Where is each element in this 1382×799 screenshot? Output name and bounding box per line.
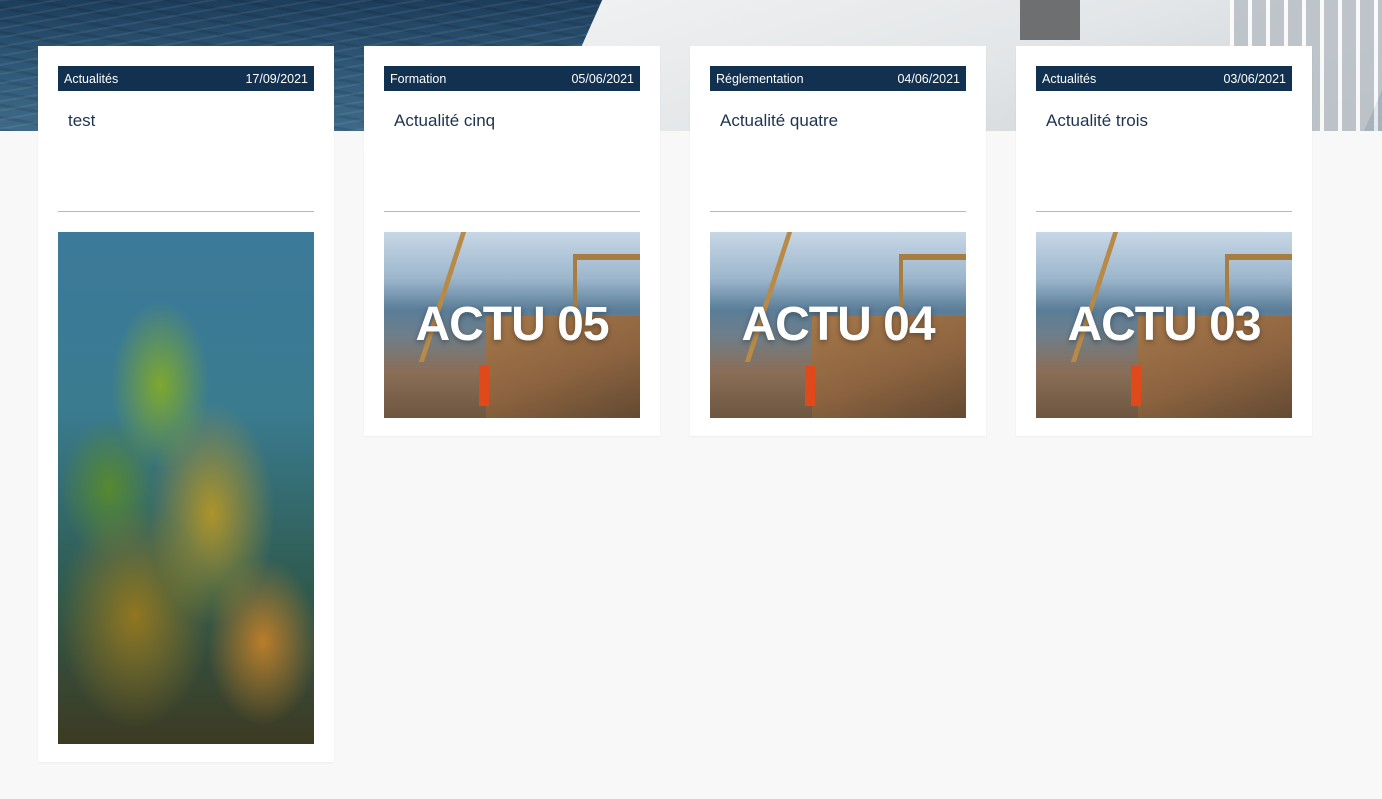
news-card[interactable]: Réglementation 04/06/2021 Actualité quat… [690, 46, 986, 436]
card-date: 17/09/2021 [245, 71, 308, 86]
worker-figure [478, 365, 489, 406]
image-overlay-text: ACTU 05 [415, 298, 609, 351]
worker-figure [804, 365, 815, 406]
kelp-image [58, 232, 314, 744]
card-header: Formation 05/06/2021 [384, 66, 640, 91]
card-header: Actualités 03/06/2021 [1036, 66, 1292, 91]
card-divider [58, 211, 314, 212]
card-category[interactable]: Réglementation [716, 72, 804, 86]
boat-image: ACTU 04 [710, 232, 966, 418]
card-title[interactable]: test [68, 110, 308, 132]
card-title[interactable]: Actualité trois [1046, 110, 1286, 132]
card-category[interactable]: Formation [390, 72, 446, 86]
image-overlay-text: ACTU 04 [741, 298, 935, 351]
card-category[interactable]: Actualités [64, 72, 118, 86]
card-divider [710, 211, 966, 212]
card-image[interactable] [58, 232, 314, 744]
card-date: 04/06/2021 [897, 71, 960, 86]
card-date: 05/06/2021 [571, 71, 634, 86]
card-divider [1036, 211, 1292, 212]
hero-ship-machinery [1020, 0, 1080, 40]
image-overlay-text: ACTU 03 [1067, 298, 1261, 351]
card-image[interactable]: ACTU 05 [384, 232, 640, 418]
worker-figure [1130, 365, 1141, 406]
card-date: 03/06/2021 [1223, 71, 1286, 86]
card-header: Actualités 17/09/2021 [58, 66, 314, 91]
card-image[interactable]: ACTU 03 [1036, 232, 1292, 418]
card-category[interactable]: Actualités [1042, 72, 1096, 86]
card-header: Réglementation 04/06/2021 [710, 66, 966, 91]
card-title[interactable]: Actualité quatre [720, 110, 960, 132]
news-card[interactable]: Formation 05/06/2021 Actualité cinq ACTU… [364, 46, 660, 436]
news-card[interactable]: Actualités 17/09/2021 test [38, 46, 334, 762]
boat-image: ACTU 03 [1036, 232, 1292, 418]
card-image[interactable]: ACTU 04 [710, 232, 966, 418]
news-card[interactable]: Actualités 03/06/2021 Actualité trois AC… [1016, 46, 1312, 436]
card-divider [384, 211, 640, 212]
boat-image: ACTU 05 [384, 232, 640, 418]
card-title[interactable]: Actualité cinq [394, 110, 634, 132]
